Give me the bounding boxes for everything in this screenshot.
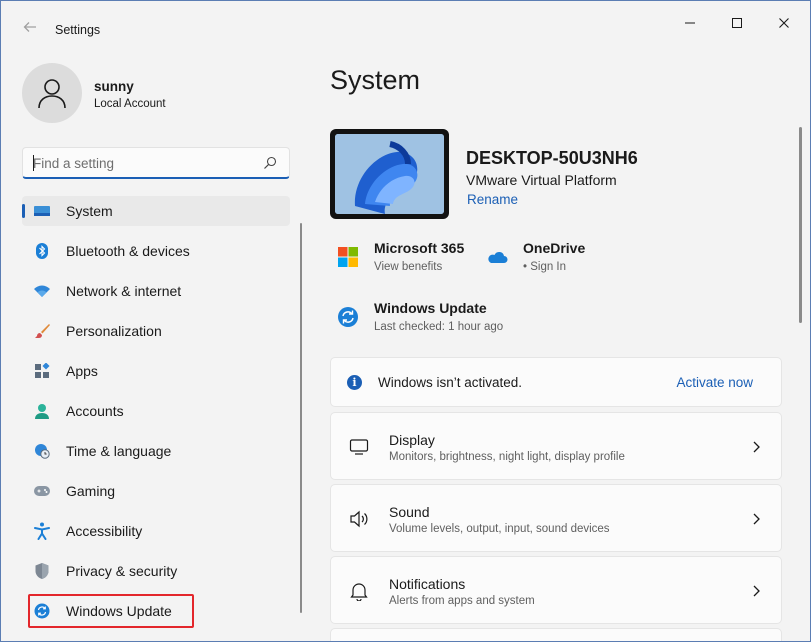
sidebar-item-privacy-security[interactable]: Privacy & security [22,551,290,591]
sidebar-item-system[interactable]: System [22,196,290,226]
windows-update-icon [338,307,358,327]
brush-icon [33,322,51,340]
device-model: VMware Virtual Platform [466,172,617,188]
setting-subtitle: Alerts from apps and system [389,595,535,607]
globe-clock-icon [33,442,51,460]
avatar [22,63,82,123]
gamepad-icon [33,482,51,500]
sidebar-item-gaming[interactable]: Gaming [22,471,290,511]
chevron-right-icon [753,585,760,597]
wallpaper-image [335,134,444,214]
quick-link-subtitle: Last checked: 1 hour ago [374,321,504,333]
bluetooth-icon [33,242,51,260]
sidebar-item-label: Bluetooth & devices [66,243,190,259]
device-name: DESKTOP-50U3NH6 [466,148,638,168]
quick-link-title: OneDrive [523,240,586,256]
sound-setting-card[interactable]: Sound Volume levels, output, input, soun… [330,484,782,552]
main-scrollbar[interactable] [799,127,802,323]
minimize-icon[interactable] [667,9,713,37]
sidebar-item-apps[interactable]: Apps [22,351,290,391]
quick-link-title: Windows Update [374,300,487,316]
title-bar: Settings [1,1,810,43]
next-setting-card[interactable] [330,628,782,641]
text-caret [33,155,34,171]
display-setting-card[interactable]: Display Monitors, brightness, night ligh… [330,412,782,480]
sidebar-item-accessibility[interactable]: Accessibility [22,511,290,551]
search-box[interactable] [22,147,290,179]
settings-window: Settings sunny Local Account Find a sett… [0,0,811,642]
onedrive-cloud-icon [488,251,508,263]
account-type: Local Account [94,98,166,110]
close-icon[interactable] [761,9,807,37]
back-arrow-icon[interactable] [19,19,41,41]
info-icon: i [347,375,362,390]
setting-title: Sound [389,504,430,520]
quick-link-subtitle: • Sign In [523,261,567,273]
active-indicator [22,204,25,218]
sidebar-item-label: Gaming [66,483,116,499]
setting-subtitle: Volume levels, output, input, sound devi… [389,523,610,535]
rename-link[interactable]: Rename [467,192,518,207]
speaker-icon [350,510,368,528]
wifi-icon [33,282,51,300]
bell-icon [350,583,368,601]
setting-title: Display [389,432,435,448]
setting-subtitle: Monitors, brightness, night light, displ… [389,451,625,463]
sidebar-item-time-language[interactable]: Time & language [22,431,290,471]
sidebar-item-label: Privacy & security [66,563,178,579]
sidebar-item-label: Accessibility [66,523,143,539]
sidebar-scrollbar[interactable] [300,223,302,613]
page-title: System [330,65,421,95]
setting-title: Notifications [389,576,466,592]
search-input[interactable] [33,154,253,172]
activation-banner: i Windows isn’t activated. Activate now [330,357,782,407]
quick-link-title: Microsoft 365 [374,240,465,256]
chevron-right-icon [753,513,760,525]
windows-update-highlight [28,594,194,628]
notifications-setting-card[interactable]: Notifications Alerts from apps and syste… [330,556,782,624]
microsoft-logo-icon [338,247,358,267]
sidebar-nav: System Bluetooth & devices Network & int… [22,191,290,631]
sidebar-item-label: Time & language [66,443,172,459]
sidebar-item-network[interactable]: Network & internet [22,271,290,311]
search-icon[interactable] [263,156,277,170]
maximize-icon[interactable] [714,9,760,37]
activate-now-link[interactable]: Activate now [676,375,753,390]
quick-link-subtitle: View benefits [374,261,443,273]
sidebar-item-label: Personalization [66,323,162,339]
sidebar-item-label: System [66,203,113,219]
accounts-icon [33,402,51,420]
device-thumbnail [330,129,449,219]
shield-icon [33,562,51,580]
accessibility-icon [33,522,51,540]
sidebar-item-label: Accounts [66,403,124,419]
app-title: Settings [55,23,101,37]
chevron-right-icon [753,441,760,453]
monitor-icon [349,439,369,455]
sidebar-item-accounts[interactable]: Accounts [22,391,290,431]
user-icon [38,79,66,109]
activation-message: Windows isn’t activated. [378,375,523,390]
sidebar-item-label: Network & internet [66,283,182,299]
system-icon [33,202,51,220]
sidebar-item-bluetooth[interactable]: Bluetooth & devices [22,231,290,271]
sidebar-item-label: Apps [66,363,98,379]
apps-icon [33,362,51,380]
sidebar-item-personalization[interactable]: Personalization [22,311,290,351]
user-name: sunny [94,79,134,94]
